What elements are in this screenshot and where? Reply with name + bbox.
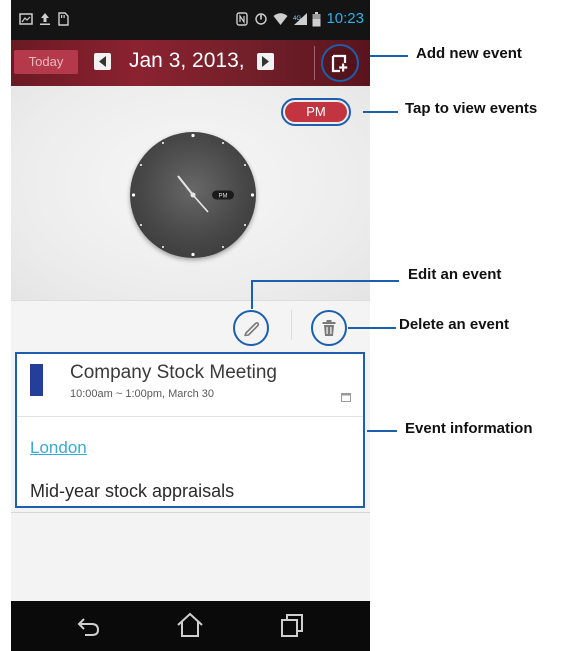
home-icon[interactable] — [175, 611, 205, 644]
nfc-icon — [235, 12, 249, 26]
clock-face-badge-text: PM — [219, 194, 228, 200]
status-clock: 10:23 — [326, 10, 364, 27]
chevron-right-icon — [262, 56, 269, 67]
calendar-toolbar: Today Jan 3, 2013, — [11, 40, 370, 86]
delete-callout-line — [348, 327, 396, 329]
analog-clock[interactable]: PM — [130, 132, 256, 258]
add-event-callout-line — [370, 55, 408, 57]
sync-icon — [254, 12, 268, 26]
add-event-icon — [331, 54, 348, 73]
edit-event-callout: Edit an event — [408, 266, 502, 283]
trash-icon — [322, 320, 336, 336]
event-location-link[interactable]: London — [30, 438, 87, 458]
back-icon[interactable] — [75, 611, 103, 644]
calendar-small-icon — [341, 389, 351, 407]
event-time: 10:00am ~ 1:00pm, March 30 — [70, 388, 214, 400]
signal-icon: 4G — [293, 12, 307, 26]
edit-event-button[interactable] — [233, 310, 269, 346]
add-event-button[interactable] — [321, 44, 359, 82]
hour-hand — [177, 175, 194, 196]
event-color-bar — [30, 364, 43, 396]
event-action-bar — [11, 300, 370, 350]
battery-icon — [312, 12, 326, 27]
navigation-bar — [11, 601, 370, 651]
screenshot-icon — [19, 12, 33, 26]
event-information-card[interactable]: Company Stock Meeting 10:00am ~ 1:00pm, … — [15, 352, 365, 508]
svg-text:4G: 4G — [293, 16, 301, 22]
tap-to-view-callout: Tap to view events — [405, 100, 538, 117]
pm-label: PM — [285, 102, 347, 122]
today-button[interactable]: Today — [14, 50, 78, 74]
edit-callout-line — [251, 280, 399, 282]
empty-list-area — [11, 512, 370, 601]
previous-day-button[interactable] — [94, 53, 111, 70]
recent-apps-icon[interactable] — [279, 611, 305, 644]
phone-screen: 4G 10:23 Today Jan 3, 2013, PM PM Compan… — [11, 0, 370, 651]
add-event-callout: Add new event — [416, 45, 522, 62]
toolbar-divider — [314, 46, 315, 80]
action-divider — [291, 310, 292, 340]
edit-callout-vline — [251, 280, 253, 309]
status-bar: 4G 10:23 — [11, 0, 370, 40]
sd-card-icon — [56, 12, 70, 26]
wifi-icon — [273, 12, 288, 26]
chevron-left-icon — [99, 56, 106, 67]
delete-event-callout: Delete an event — [399, 316, 510, 333]
event-title: Company Stock Meeting — [70, 362, 277, 383]
event-description: Mid-year stock appraisals — [30, 481, 235, 501]
clock-view: PM PM — [11, 86, 370, 300]
event-info-callout: Event information — [405, 420, 533, 437]
tap-to-view-callout-line — [363, 111, 398, 113]
delete-event-button[interactable] — [311, 310, 347, 346]
next-day-button[interactable] — [257, 53, 274, 70]
event-divider — [17, 416, 363, 417]
current-date[interactable]: Jan 3, 2013, — [129, 49, 245, 73]
minute-hand — [192, 194, 209, 213]
event-info-callout-line — [367, 430, 397, 432]
pencil-icon — [244, 322, 260, 337]
upload-icon — [38, 12, 52, 26]
pm-toggle-button[interactable]: PM — [281, 98, 351, 126]
